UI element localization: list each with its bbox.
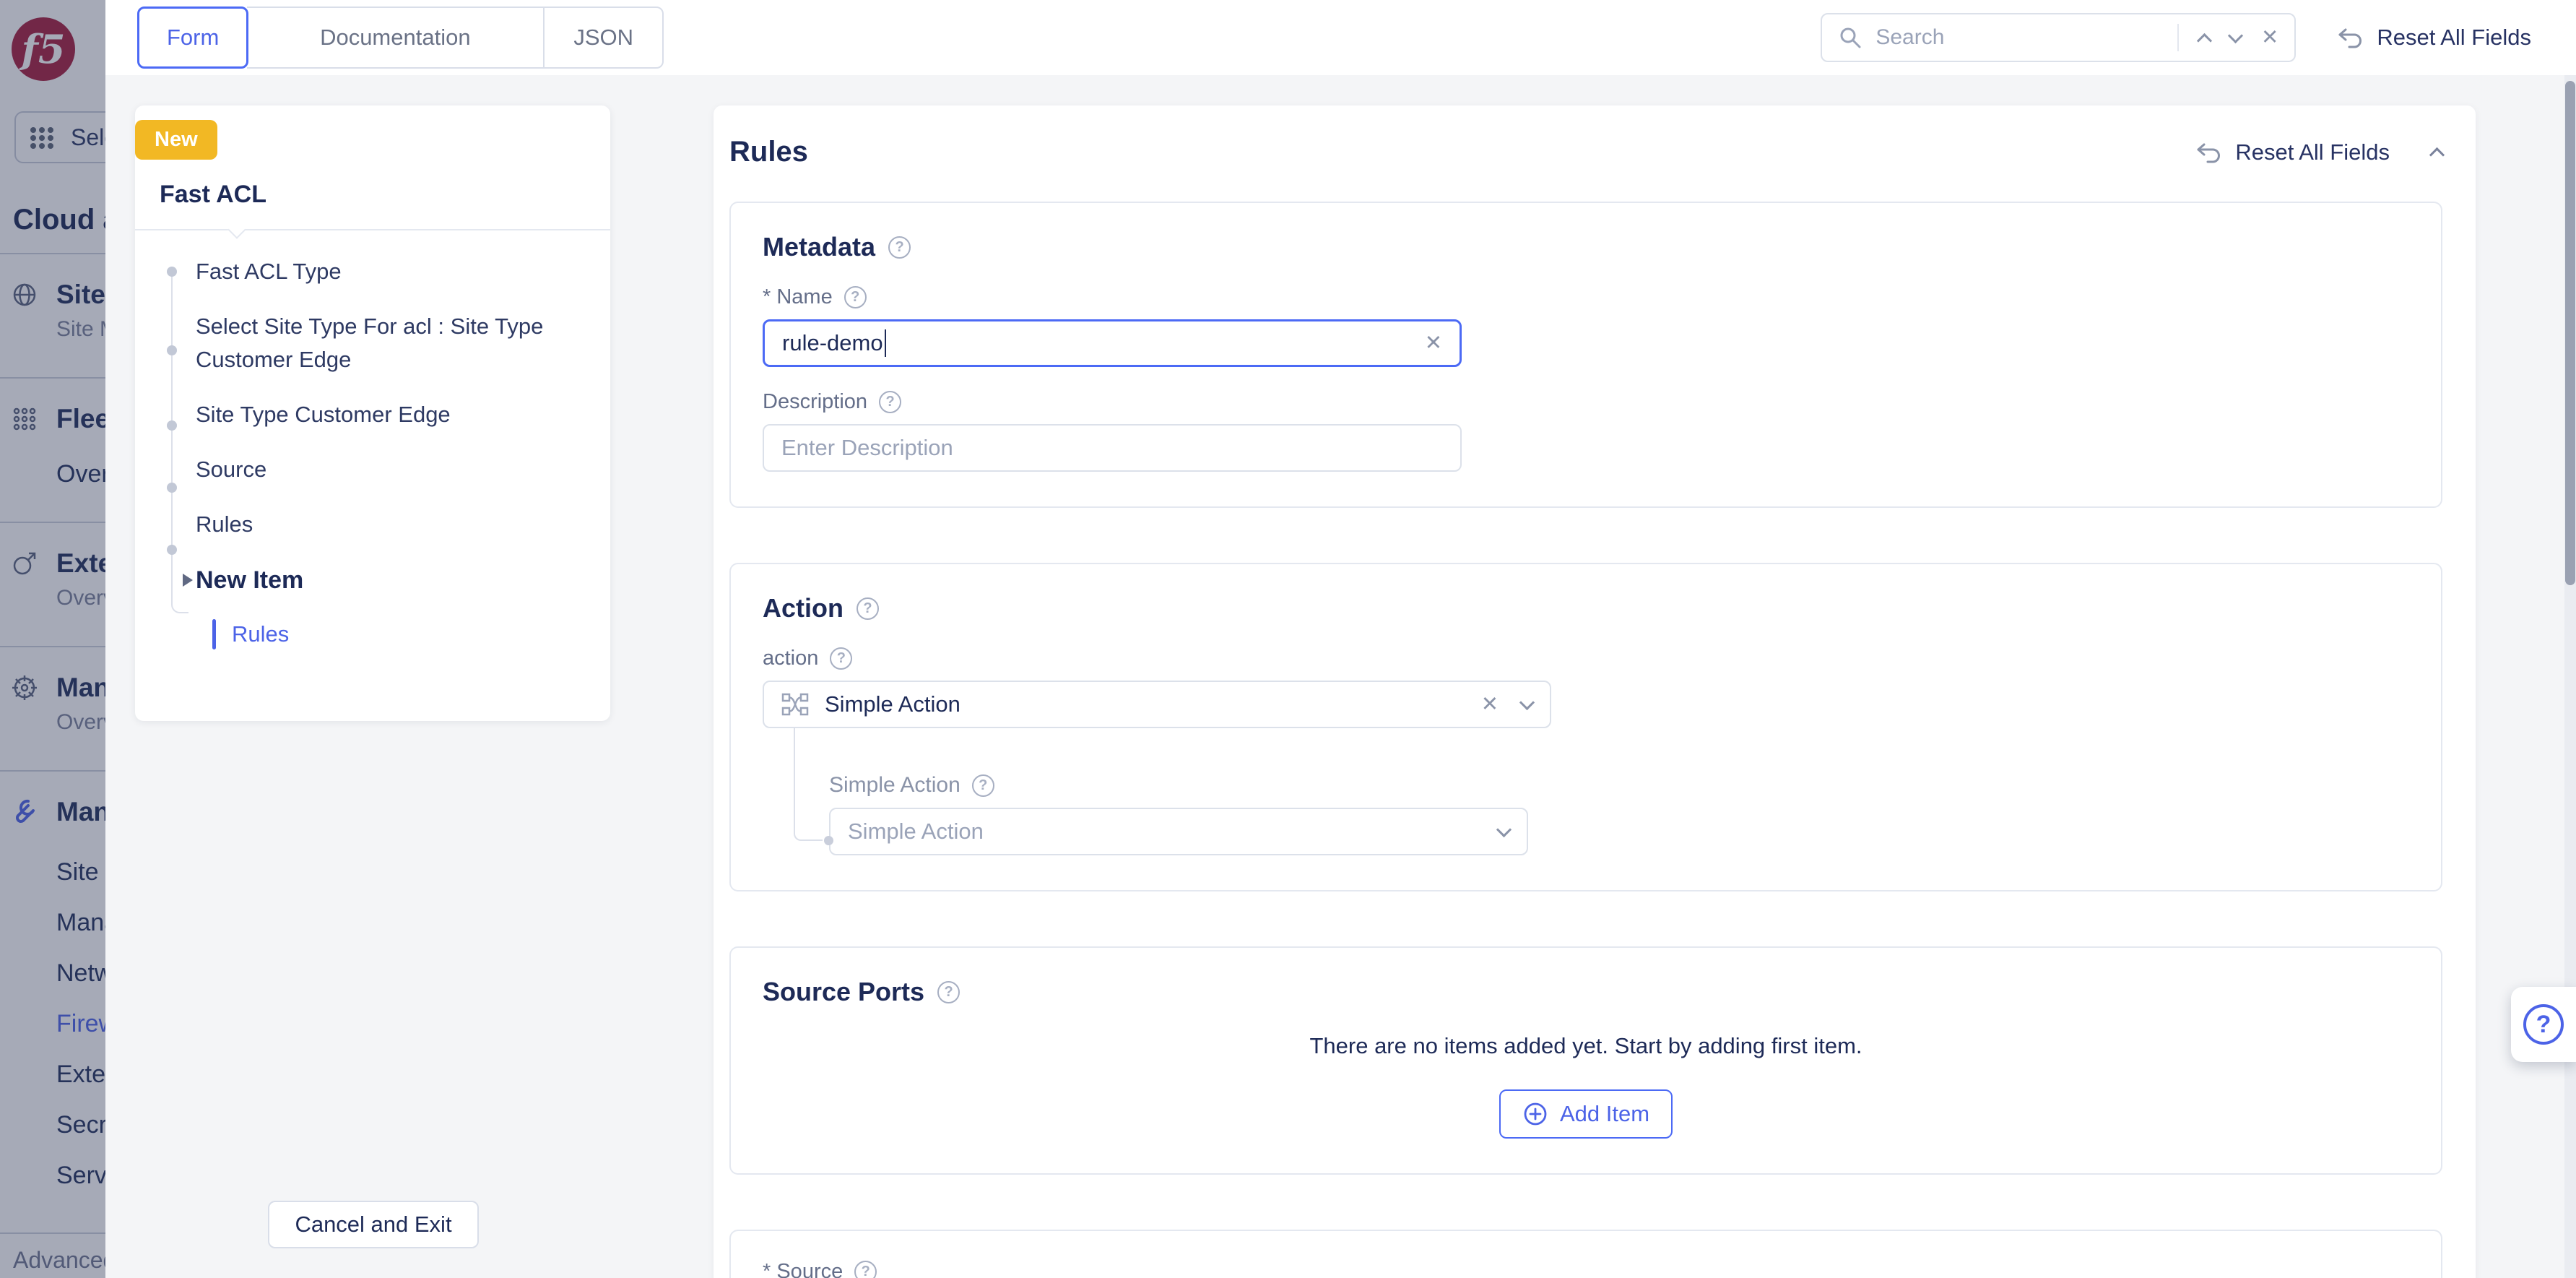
collapse-section-icon[interactable]: [2429, 147, 2445, 163]
step-item[interactable]: Select Site Type For acl : Site Type Cus…: [135, 310, 584, 376]
description-input[interactable]: Enter Description: [763, 424, 1462, 472]
search-placeholder: Search: [1875, 25, 1944, 50]
reset-all-fields-label: Reset All Fields: [2377, 25, 2531, 51]
action-select-value: Simple Action: [825, 691, 960, 717]
empty-state-text: There are no items added yet. Start by a…: [763, 1033, 2409, 1059]
panel-title: Rules: [729, 136, 808, 168]
reset-all-fields-top-button[interactable]: Reset All Fields: [2336, 24, 2531, 51]
divider: [2177, 24, 2179, 51]
source-ports-heading: Source Ports: [763, 977, 924, 1007]
clear-input-icon[interactable]: ✕: [1425, 333, 1442, 354]
sidebar: f5 Sele Cloud a Sites Site M: [0, 0, 105, 1278]
clear-select-icon[interactable]: ✕: [1481, 694, 1499, 715]
step-child-label: Rules: [232, 621, 289, 647]
action-card: Action ? action ? Simple Action ✕: [729, 563, 2442, 891]
search-input[interactable]: Search ✕: [1821, 13, 2296, 62]
nested-action-field: Simple Action ? Simple Action: [763, 728, 2409, 855]
help-icon[interactable]: ?: [857, 597, 879, 620]
simple-action-select[interactable]: Simple Action: [829, 808, 1528, 855]
shuffle-icon: [781, 691, 809, 717]
new-badge: New: [135, 120, 217, 160]
scrollbar-thumb[interactable]: [2565, 81, 2575, 585]
help-icon[interactable]: ?: [879, 391, 901, 413]
source-ports-card: Source Ports ? There are no items added …: [729, 946, 2442, 1175]
simple-action-placeholder: Simple Action: [848, 819, 984, 845]
reset-all-fields-panel-button[interactable]: Reset All Fields: [2195, 139, 2390, 166]
add-item-button[interactable]: Add Item: [1499, 1089, 1673, 1139]
step-dot: [167, 545, 177, 555]
tab-documentation[interactable]: Documentation: [247, 7, 545, 69]
name-input-value: rule-demo: [782, 330, 883, 356]
panel-header: Rules Reset All Fields: [714, 105, 2476, 202]
view-tabs: Form Documentation JSON: [137, 7, 664, 69]
plus-circle-icon: [1522, 1101, 1548, 1127]
name-input[interactable]: rule-demo ✕: [763, 319, 1462, 367]
source-card: * Source ? Prefix ✕: [729, 1230, 2442, 1278]
step-dot: [167, 483, 177, 493]
description-placeholder: Enter Description: [781, 435, 953, 461]
undo-icon: [2336, 24, 2364, 51]
question-mark-icon: ?: [2523, 1004, 2564, 1045]
search-clear-icon[interactable]: ✕: [2261, 27, 2278, 48]
chevron-down-icon[interactable]: [1519, 694, 1535, 709]
description-label: Description: [763, 390, 867, 414]
wizard-step-list: Fast ACL Type Select Site Type For acl :…: [135, 255, 584, 651]
name-label: * Name: [763, 285, 833, 309]
action-field-label: action: [763, 647, 818, 670]
source-label: * Source: [763, 1260, 843, 1278]
tab-form[interactable]: Form: [137, 7, 248, 69]
help-icon[interactable]: ?: [972, 774, 994, 797]
search-next-icon[interactable]: [2228, 27, 2243, 43]
divider-notch: [227, 220, 246, 238]
help-floating-button[interactable]: ?: [2511, 987, 2576, 1062]
text-cursor: [885, 329, 886, 357]
add-item-label: Add Item: [1560, 1101, 1649, 1127]
undo-icon: [2195, 139, 2222, 166]
step-item[interactable]: Site Type Customer Edge: [135, 398, 584, 431]
help-icon[interactable]: ?: [937, 981, 960, 1003]
step-dot: [167, 345, 177, 355]
help-icon[interactable]: ?: [830, 647, 852, 670]
step-item[interactable]: Rules: [135, 508, 584, 541]
cancel-and-exit-button[interactable]: Cancel and Exit: [268, 1201, 479, 1248]
help-icon[interactable]: ?: [888, 236, 911, 259]
search-icon: [1838, 25, 1862, 50]
tab-json[interactable]: JSON: [543, 7, 664, 69]
step-dot: [167, 267, 177, 277]
action-select[interactable]: Simple Action ✕: [763, 681, 1551, 728]
step-item[interactable]: Fast ACL Type: [135, 255, 584, 288]
help-icon[interactable]: ?: [844, 286, 867, 308]
wizard-stepper-card: New Fast ACL Fast ACL Type Select Site T…: [135, 105, 610, 721]
connector-line: [794, 727, 823, 841]
modal-dim-overlay: [0, 0, 105, 1278]
chevron-down-icon[interactable]: [1496, 821, 1512, 837]
scrollbar-track[interactable]: [2564, 75, 2576, 1278]
step-dot: [167, 420, 177, 431]
help-icon[interactable]: ?: [854, 1261, 877, 1278]
action-heading: Action: [763, 593, 844, 623]
form-topbar: Form Documentation JSON Search ✕ Reset A…: [105, 0, 2576, 75]
rules-form-panel: Rules Reset All Fields Metadata ? * Name…: [714, 105, 2476, 1278]
expand-arrow-icon: [183, 574, 193, 587]
form-content-area: New Fast ACL Fast ACL Type Select Site T…: [105, 75, 2576, 1278]
reset-all-fields-label: Reset All Fields: [2235, 139, 2390, 165]
step-item-label: New Item: [196, 566, 303, 595]
metadata-heading: Metadata: [763, 232, 875, 262]
divider: [135, 229, 610, 230]
metadata-card: Metadata ? * Name ? rule-demo ✕ Descript…: [729, 202, 2442, 508]
active-indicator-bar: [212, 619, 216, 649]
step-child-rules-active[interactable]: Rules: [135, 618, 584, 651]
step-item[interactable]: Source: [135, 453, 584, 486]
connector-dot: [824, 836, 833, 845]
simple-action-label: Simple Action: [829, 773, 960, 798]
search-prev-icon[interactable]: [2197, 33, 2212, 48]
step-item-new-item[interactable]: New Item: [135, 563, 584, 597]
